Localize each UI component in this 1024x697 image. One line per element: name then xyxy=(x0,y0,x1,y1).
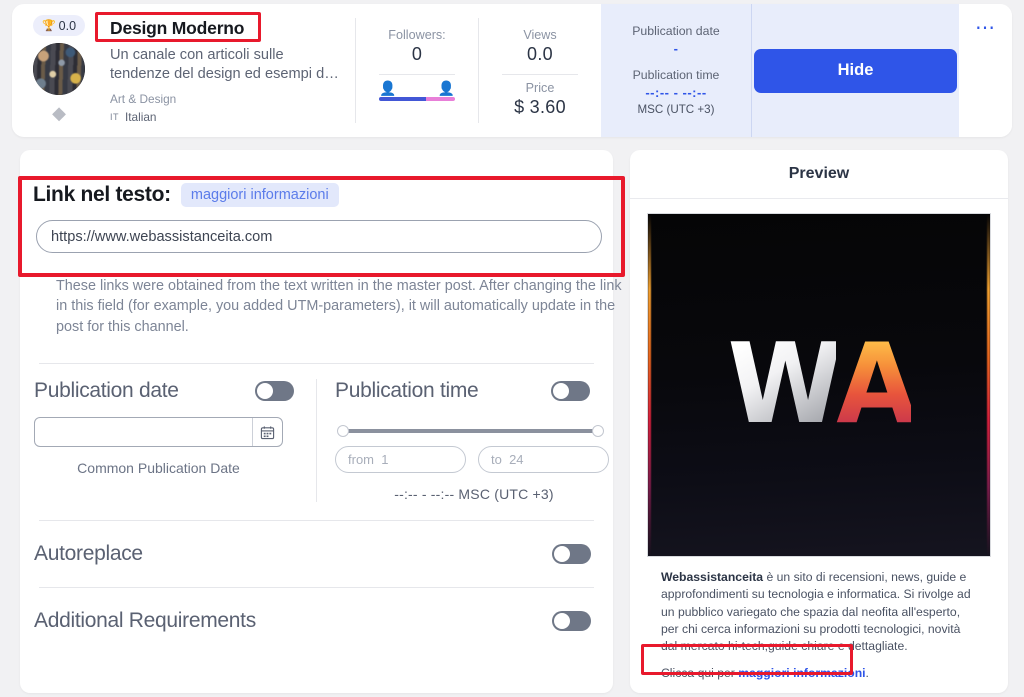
hide-button-area: Hide xyxy=(751,4,959,137)
slider-handle-min[interactable] xyxy=(337,425,349,438)
logo-letter-w: W xyxy=(727,320,843,449)
additional-requirements-label: Additional Requirements xyxy=(34,609,256,633)
language-code: IT xyxy=(110,111,119,122)
preview-brand-name: Webassistanceita xyxy=(661,570,764,584)
channel-text-column: Design Moderno Un canale con articoli su… xyxy=(98,14,355,137)
gender-bar-male xyxy=(379,97,427,101)
publication-date-input[interactable] xyxy=(34,417,283,448)
publication-date-toggle[interactable] xyxy=(255,381,294,402)
ellipsis-icon[interactable]: ⋯ xyxy=(975,18,996,137)
preview-title: Preview xyxy=(630,150,1008,199)
price-label: Price xyxy=(525,81,555,95)
preview-description: Webassistanceita è un sito di recensioni… xyxy=(647,557,991,682)
time-range-timezone-text: --:-- - --:-- MSC (UTC +3) xyxy=(394,486,554,503)
preview-cta-suffix: . xyxy=(865,665,869,680)
channel-category: Art & Design xyxy=(110,91,177,106)
preview-body: W A Webassistanceita è un sito di recens… xyxy=(630,199,1008,682)
channel-info-block: 🏆 0.0 ◆ Design Moderno Un canale con art… xyxy=(12,4,355,137)
trophy-icon: 🏆 xyxy=(41,20,56,32)
header-publication-summary: Publication date - Publication time --:-… xyxy=(601,4,751,137)
views-value: 0.0 xyxy=(527,44,553,64)
language-name: Italian xyxy=(125,109,157,124)
channel-rating-badge: 🏆 0.0 xyxy=(32,15,86,36)
publication-time-block: Publication time --:-- - --:-- MSC (UTC … xyxy=(316,379,612,503)
preview-cta-row: Clicca qui per maggiori informazioni. xyxy=(661,665,975,682)
common-publication-date-caption: Common Publication Date xyxy=(77,460,240,477)
link-url-input[interactable] xyxy=(36,220,602,253)
channel-description: Un canale con articoli sulle tendenze de… xyxy=(110,47,339,83)
channel-title: Design Moderno xyxy=(110,18,245,38)
additional-requirements-toggle[interactable] xyxy=(552,611,591,632)
additional-requirements-row: Additional Requirements xyxy=(20,588,613,654)
time-from-input[interactable] xyxy=(335,446,466,474)
publication-date-block: Publication date Common Publication Date xyxy=(20,379,316,502)
channel-language-row: IT Italian xyxy=(104,110,355,124)
page-root: 🏆 0.0 ◆ Design Moderno Un canale con art… xyxy=(0,0,1024,697)
header-publication-date-label: Publication date xyxy=(632,24,720,38)
publication-time-title: Publication time xyxy=(335,379,479,403)
followers-label: Followers: xyxy=(388,28,446,42)
price-value: $ 3.60 xyxy=(514,97,566,117)
link-in-text-header: Link nel testo: maggiori informazioni xyxy=(20,150,613,207)
preview-cta-prefix: Clicca qui per xyxy=(661,665,739,680)
header-publication-time-label: Publication time xyxy=(632,68,720,82)
followers-value: 0 xyxy=(411,44,423,64)
wa-logo: W A xyxy=(727,320,917,449)
time-range-slider[interactable] xyxy=(337,425,604,438)
autoreplace-toggle[interactable] xyxy=(552,544,591,565)
gender-ratio: 👤 👤 xyxy=(379,81,455,101)
logo-letter-a: A xyxy=(836,320,917,449)
diamond-icon: ◆ xyxy=(52,103,66,123)
link-help-note: These links were obtained from the text … xyxy=(56,278,622,335)
autoreplace-row: Autoreplace xyxy=(20,521,613,587)
divider xyxy=(379,74,455,75)
time-to-input[interactable] xyxy=(478,446,609,474)
female-person-icon: 👤 xyxy=(437,80,455,96)
views-label: Views xyxy=(523,28,557,42)
avatar xyxy=(33,43,85,95)
header-publication-time-value: --:-- - --:-- xyxy=(645,85,707,100)
publication-date-title: Publication date xyxy=(34,379,179,403)
channel-rating-value: 0.0 xyxy=(58,18,77,33)
preview-cta-link[interactable]: maggiori informazioni xyxy=(738,666,865,680)
header-publication-date-value: - xyxy=(673,41,679,56)
more-menu-area: ⋯ xyxy=(959,4,1012,137)
autoreplace-label: Autoreplace xyxy=(34,542,143,566)
gender-bar-female xyxy=(426,97,455,101)
publication-time-toggle[interactable] xyxy=(551,381,590,402)
settings-card: Link nel testo: maggiori informazioni Th… xyxy=(20,150,622,693)
header-timezone: MSC (UTC +3) xyxy=(637,103,715,116)
slider-handle-max[interactable] xyxy=(592,425,604,438)
image-edge-glow-right xyxy=(987,214,990,556)
hide-button[interactable]: Hide xyxy=(754,48,957,93)
image-edge-glow-left xyxy=(648,214,651,556)
channel-header-card: 🏆 0.0 ◆ Design Moderno Un canale con art… xyxy=(12,4,1012,137)
male-person-icon: 👤 xyxy=(379,80,397,96)
publication-settings: Publication date Common Publication Date… xyxy=(20,364,613,503)
views-price-stat: Views 0.0 Price $ 3.60 xyxy=(479,4,601,137)
slider-track xyxy=(347,429,594,434)
calendar-icon[interactable] xyxy=(252,418,282,447)
preview-card: Preview W A Webassistanceita è un sito d… xyxy=(630,150,1008,693)
preview-image: W A xyxy=(647,213,991,557)
link-in-text-title: Link nel testo: xyxy=(33,183,171,206)
link-anchor-chip[interactable]: maggiori informazioni xyxy=(180,183,339,207)
followers-stat: Followers: 0 👤 👤 xyxy=(356,4,478,137)
divider xyxy=(502,74,578,75)
channel-avatar-column: 🏆 0.0 ◆ xyxy=(20,14,98,137)
